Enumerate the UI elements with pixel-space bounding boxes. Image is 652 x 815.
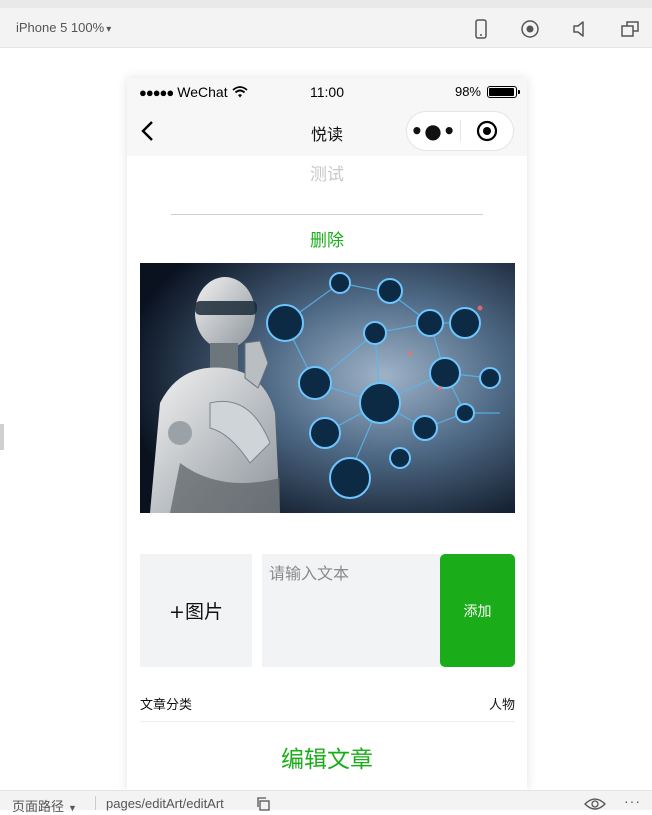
resize-handle[interactable]	[0, 424, 4, 450]
category-value: 人物	[488, 698, 515, 713]
devtools-bottom-bar: 页面路径 ▼ pages/editArt/editArt ···	[0, 790, 652, 814]
article-text-preview: 测试	[310, 165, 344, 185]
status-bar: ●●●●● WeChat 11:00 98%	[127, 78, 527, 106]
battery-percent: 98%	[454, 84, 481, 99]
add-button[interactable]: 添加	[440, 554, 515, 667]
robot-network-illustration	[140, 263, 515, 513]
more-icon[interactable]: ···	[624, 793, 641, 809]
edit-article-button[interactable]: 编辑文章	[127, 740, 527, 774]
chevron-down-icon: ▼	[68, 803, 77, 813]
window-icon[interactable]	[619, 18, 641, 40]
record-icon[interactable]	[519, 18, 541, 40]
page-path-value: pages/editArt/editArt	[106, 796, 224, 811]
speaker-icon[interactable]	[569, 18, 591, 40]
divider-line	[171, 214, 483, 215]
menu-capsule: •●•	[406, 111, 514, 151]
battery-icon	[487, 85, 520, 98]
phone-simulator: ●●●●● WeChat 11:00 98% 悦读 •●• 测试 删除 +图片 …	[127, 78, 527, 790]
device-select[interactable]: iPhone 5 100% ▾	[16, 20, 111, 35]
copy-icon[interactable]	[256, 797, 270, 811]
chevron-down-icon: ▾	[106, 24, 112, 35]
device-select-label: iPhone 5 100%	[16, 20, 105, 35]
page-path-toggle[interactable]: 页面路径 ▼	[12, 796, 77, 815]
devtools-toolbar: iPhone 5 100% ▾	[0, 0, 652, 48]
editor-row: +图片 添加	[140, 554, 515, 667]
category-picker[interactable]: 文章分类 人物	[140, 686, 515, 722]
target-icon	[476, 120, 498, 142]
more-menu-button[interactable]: •●•	[407, 111, 460, 151]
text-input[interactable]	[262, 554, 440, 667]
eye-icon[interactable]	[584, 797, 606, 811]
nav-bar: 悦读 •●•	[127, 106, 527, 156]
article-image	[140, 263, 515, 513]
category-label: 文章分类	[140, 698, 193, 713]
close-miniprogram-button[interactable]	[461, 120, 513, 142]
page-content: 测试 删除 +图片 请输入文本 添加 文章分类 人物 编辑文章	[127, 156, 527, 790]
delete-button[interactable]: 删除	[127, 226, 527, 251]
page-path-label: 页面路径	[12, 799, 65, 814]
add-image-button[interactable]: +图片	[140, 554, 252, 667]
divider	[95, 796, 96, 810]
phone-icon[interactable]	[470, 18, 492, 40]
